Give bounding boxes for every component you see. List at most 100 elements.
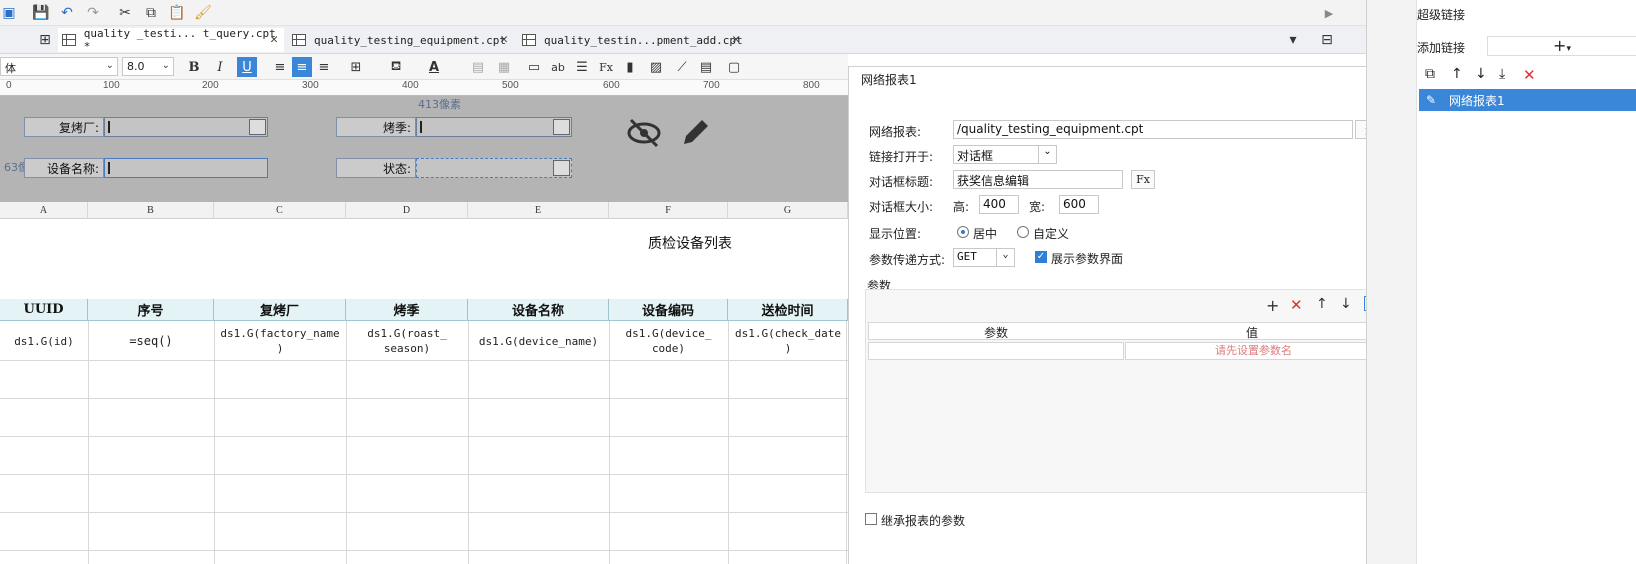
hidden-eye-icon[interactable] <box>626 116 662 150</box>
factory-combo[interactable] <box>104 117 268 137</box>
underline-icon[interactable]: U <box>237 57 257 77</box>
move-down-icon[interactable]: ↓ <box>1340 296 1352 312</box>
height-input[interactable]: 400 <box>979 195 1019 214</box>
bold-icon[interactable]: B <box>184 57 204 77</box>
close-icon[interactable]: ✕ <box>500 32 508 47</box>
expand-icon[interactable]: ▶ <box>1320 4 1338 22</box>
param-name-cell[interactable] <box>868 342 1124 360</box>
data-cell[interactable]: ds1.G(device_name) <box>468 322 609 360</box>
status-label[interactable]: 状态: <box>336 158 416 178</box>
method-select[interactable]: GET ⌄ <box>953 248 1015 267</box>
column-header[interactable]: D <box>346 202 468 219</box>
header-cell[interactable]: 送检时间 <box>728 299 848 321</box>
split-cells-icon[interactable]: ▦ <box>494 57 514 77</box>
move-bottom-icon[interactable]: ⤓ <box>1499 66 1505 82</box>
slash-icon[interactable]: ⟋ <box>672 57 692 77</box>
header-cell[interactable]: 序号 <box>88 299 214 321</box>
italic-icon[interactable]: I <box>210 57 230 77</box>
report-grid[interactable]: 质检设备列表 UUID 序号 复烤厂 烤季 设备名称 设备编码 送检时间 ds1… <box>0 219 848 564</box>
list-item[interactable]: ✎ 网络报表1 <box>1419 89 1636 111</box>
widget-icon[interactable]: ▢ <box>724 57 744 77</box>
data-cell[interactable]: =seq() <box>88 322 214 360</box>
season-label[interactable]: 烤季: <box>336 117 416 137</box>
image-icon[interactable]: ▨ <box>646 57 666 77</box>
save-icon[interactable]: 💾 <box>32 4 50 22</box>
add-link-select[interactable]: +▾ <box>1487 36 1636 56</box>
text-icon[interactable]: ab <box>548 57 568 77</box>
format-painter-icon[interactable]: 🖌 <box>194 4 212 22</box>
new-report-icon[interactable]: ⊞ <box>36 31 54 49</box>
wrap-icon[interactable]: ☰ <box>572 57 592 77</box>
layout-icon[interactable]: ⊟ <box>1318 31 1336 49</box>
align-center-icon[interactable]: ≡ <box>292 57 312 77</box>
data-cell[interactable]: ds1.G(factory_name ) <box>214 322 346 360</box>
data-cell[interactable]: ds1.G(check_date ) <box>728 322 848 360</box>
column-header[interactable]: G <box>728 202 848 219</box>
delete-icon[interactable]: ✕ <box>1523 66 1536 84</box>
header-cell[interactable]: 复烤厂 <box>214 299 346 321</box>
calendar-icon[interactable] <box>553 119 570 135</box>
header-cell[interactable]: 设备编码 <box>609 299 728 321</box>
move-up-icon[interactable]: ↑ <box>1316 296 1328 312</box>
chevron-down-icon[interactable]: ⌄ <box>1038 146 1056 163</box>
tab-equipment[interactable]: quality_testing_equipment.cpt ✕ <box>288 28 514 52</box>
header-cell[interactable]: 设备名称 <box>468 299 609 321</box>
column-header[interactable]: E <box>468 202 609 219</box>
header-cell[interactable]: 烤季 <box>346 299 468 321</box>
status-combo[interactable] <box>416 158 572 178</box>
header-cell[interactable]: UUID <box>0 299 88 321</box>
factory-label[interactable]: 复烤厂: <box>24 117 104 137</box>
device-name-input[interactable] <box>104 158 268 178</box>
data-cell[interactable]: ds1.G(id) <box>0 322 88 360</box>
cut-icon[interactable]: ✂ <box>116 4 134 22</box>
calendar-icon[interactable] <box>249 119 266 135</box>
device-name-label[interactable]: 设备名称: <box>24 158 104 178</box>
data-cell[interactable]: ds1.G(roast_ season) <box>346 322 468 360</box>
column-header[interactable]: C <box>214 202 346 219</box>
border-icon[interactable]: ⊞ <box>346 57 366 77</box>
font-color-icon[interactable]: A <box>424 57 444 77</box>
column-header[interactable]: A <box>0 202 88 219</box>
dialog-title-input[interactable]: 获奖信息编辑 <box>953 170 1123 189</box>
font-name-select[interactable]: 体 ⌄ <box>0 57 118 76</box>
formula-icon[interactable]: Fx <box>1131 170 1155 189</box>
tab-query[interactable]: quality _testi... t_query.cpt * ✕ <box>58 27 284 53</box>
tab-menu-icon[interactable]: ▾ <box>1284 31 1302 49</box>
delete-icon[interactable]: ✕ <box>1290 296 1303 314</box>
font-size-select[interactable]: 8.0 ⌄ <box>122 57 174 76</box>
fill-color-icon[interactable]: ⛾ <box>386 57 406 77</box>
paste-icon[interactable]: 📋 <box>168 4 186 22</box>
formula-icon[interactable]: Fx <box>596 57 616 77</box>
column-header[interactable]: B <box>88 202 214 219</box>
add-icon[interactable]: + <box>1266 296 1279 315</box>
edit-pencil-icon[interactable] <box>678 116 712 150</box>
position-custom-radio[interactable] <box>1017 226 1029 238</box>
tab-equipment-add[interactable]: quality_testin...pment_add.cpt ✕ <box>518 28 746 52</box>
season-combo[interactable] <box>416 117 572 137</box>
report-path-input[interactable]: /quality_testing_equipment.cpt <box>953 120 1353 139</box>
redo-icon[interactable]: ↷ <box>84 4 102 22</box>
close-icon[interactable]: ✕ <box>270 32 278 47</box>
merge-cells-icon[interactable]: ▤ <box>468 57 488 77</box>
move-up-icon[interactable]: ↑ <box>1451 66 1463 82</box>
column-header[interactable]: F <box>609 202 728 219</box>
param-value-cell[interactable]: 请先设置参数名 <box>1125 342 1382 360</box>
position-center-radio[interactable] <box>957 226 969 238</box>
width-input[interactable]: 600 <box>1059 195 1099 214</box>
open-in-select[interactable]: 对话框 ⌄ <box>953 145 1057 164</box>
close-icon[interactable]: ✕ <box>732 32 740 47</box>
chevron-down-icon[interactable]: ⌄ <box>996 249 1014 266</box>
copy-icon[interactable]: ⧉ <box>142 4 160 22</box>
undo-icon[interactable]: ↶ <box>58 4 76 22</box>
align-right-icon[interactable]: ≡ <box>314 57 334 77</box>
inherit-params-checkbox[interactable] <box>865 513 877 525</box>
align-left-icon[interactable]: ≡ <box>270 57 290 77</box>
chart-icon[interactable]: ▮ <box>620 57 640 77</box>
move-down-icon[interactable]: ↓ <box>1475 66 1487 82</box>
app-icon[interactable]: ▣ <box>0 4 18 22</box>
data-cell[interactable]: ds1.G(device_ code) <box>609 322 728 360</box>
calendar-icon[interactable] <box>553 160 570 176</box>
show-param-checkbox[interactable]: ✓ <box>1035 251 1047 263</box>
copy-icon[interactable]: ⧉ <box>1425 66 1435 82</box>
insert-row-icon[interactable]: ▭ <box>524 57 544 77</box>
